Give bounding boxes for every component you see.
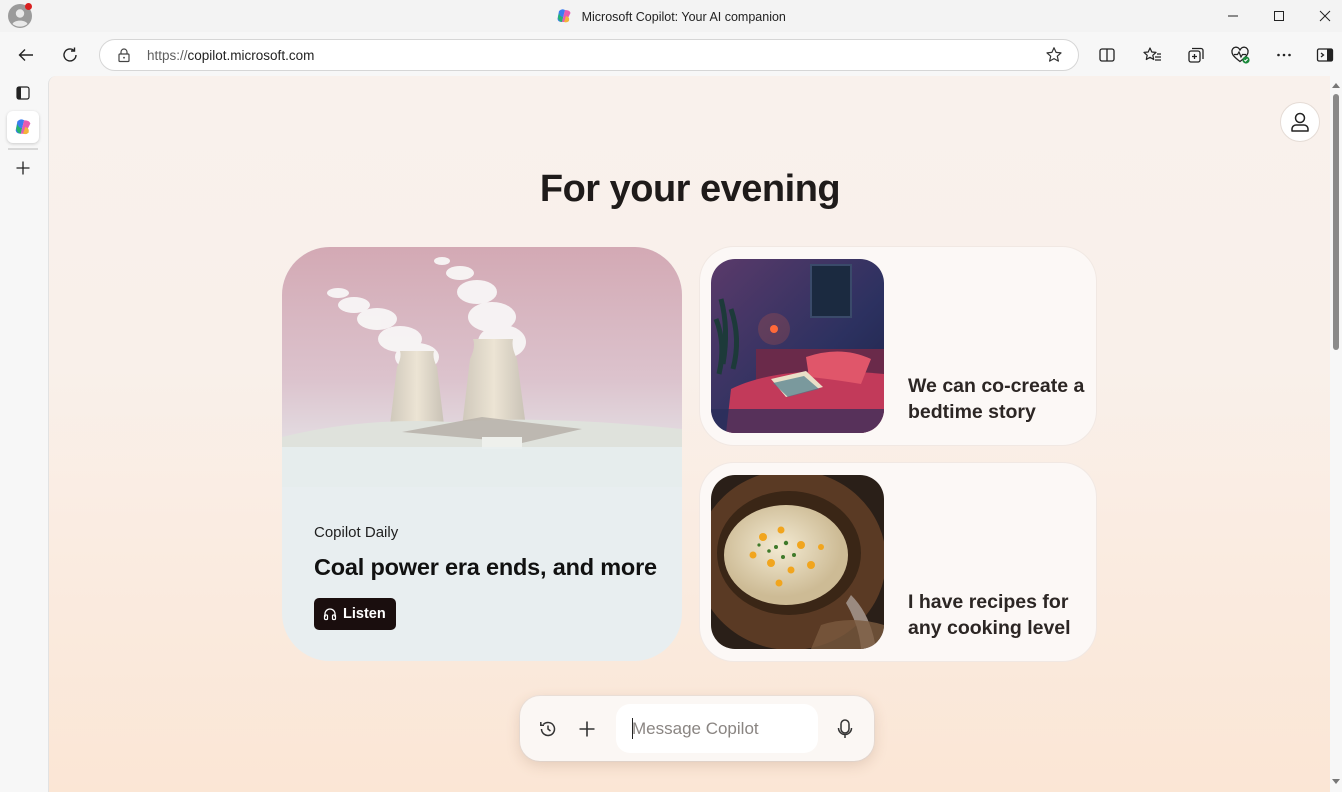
vertical-sidebar (0, 76, 48, 792)
scroll-thumb[interactable] (1333, 94, 1339, 350)
daily-title: Coal power era ends, and more (314, 554, 657, 580)
sidebar-icon[interactable] (1310, 40, 1340, 70)
lock-icon[interactable] (116, 47, 132, 68)
user-icon (1291, 112, 1309, 132)
back-icon[interactable] (11, 40, 41, 70)
suggestion-caption: We can co-create a bedtime story (908, 375, 1085, 423)
copilot-page: For your evening Copilot Daily Coal powe… (48, 76, 1330, 792)
listen-button[interactable]: Listen (314, 598, 396, 630)
page-title: For your evening (539, 168, 841, 210)
message-composer (520, 696, 874, 761)
suggestion-caption: I have recipes for any cooking level (908, 591, 1071, 639)
tab-actions-icon[interactable] (7, 77, 39, 109)
copilot-logo-icon (556, 8, 572, 24)
microphone-icon (837, 719, 853, 738)
suggestion-card-recipes[interactable]: I have recipes for any cooking level (700, 463, 1096, 661)
address-bar[interactable]: https://copilot.microsoft.com (99, 39, 1079, 71)
favorite-star-icon[interactable] (1045, 46, 1063, 69)
copilot-tab[interactable] (7, 111, 39, 143)
history-icon (540, 721, 556, 737)
title-bar: Microsoft Copilot: Your AI companion (0, 0, 1342, 32)
url-text[interactable]: https://copilot.microsoft.com (147, 48, 314, 63)
new-tab-icon[interactable] (7, 152, 39, 184)
listen-label: Listen (343, 606, 386, 622)
scroll-down-icon (1332, 779, 1340, 784)
plus-icon (579, 721, 595, 737)
history-button[interactable] (532, 713, 564, 745)
page-scrollbar[interactable] (1330, 76, 1342, 792)
scroll-up-icon (1332, 83, 1340, 88)
minimize-button[interactable] (1210, 0, 1256, 32)
bedroom-image (711, 259, 884, 433)
soup-bowl-image (711, 475, 884, 649)
copilot-daily-card[interactable]: Copilot Daily Coal power era ends, and m… (282, 247, 682, 661)
message-input[interactable] (616, 704, 818, 753)
copilot-logo-icon (15, 119, 31, 135)
suggestion-card-bedtime-story[interactable]: We can co-create a bedtime story (700, 247, 1096, 445)
more-icon[interactable] (1269, 40, 1299, 70)
account-button[interactable] (1280, 102, 1320, 142)
cooling-towers-image (282, 247, 682, 487)
maximize-button[interactable] (1256, 0, 1302, 32)
close-button[interactable] (1302, 0, 1342, 32)
daily-label: Copilot Daily (314, 524, 399, 541)
text-cursor (632, 718, 633, 739)
refresh-icon[interactable] (55, 40, 85, 70)
split-screen-icon[interactable] (1092, 40, 1122, 70)
collections-icon[interactable] (1181, 40, 1211, 70)
microphone-button[interactable] (829, 713, 861, 745)
favorites-icon[interactable] (1137, 40, 1167, 70)
new-chat-button[interactable] (571, 713, 603, 745)
window-title: Microsoft Copilot: Your AI companion (581, 10, 786, 24)
headphones-icon (323, 608, 337, 621)
sidebar-divider (8, 148, 38, 150)
browser-essentials-icon[interactable] (1225, 40, 1255, 70)
